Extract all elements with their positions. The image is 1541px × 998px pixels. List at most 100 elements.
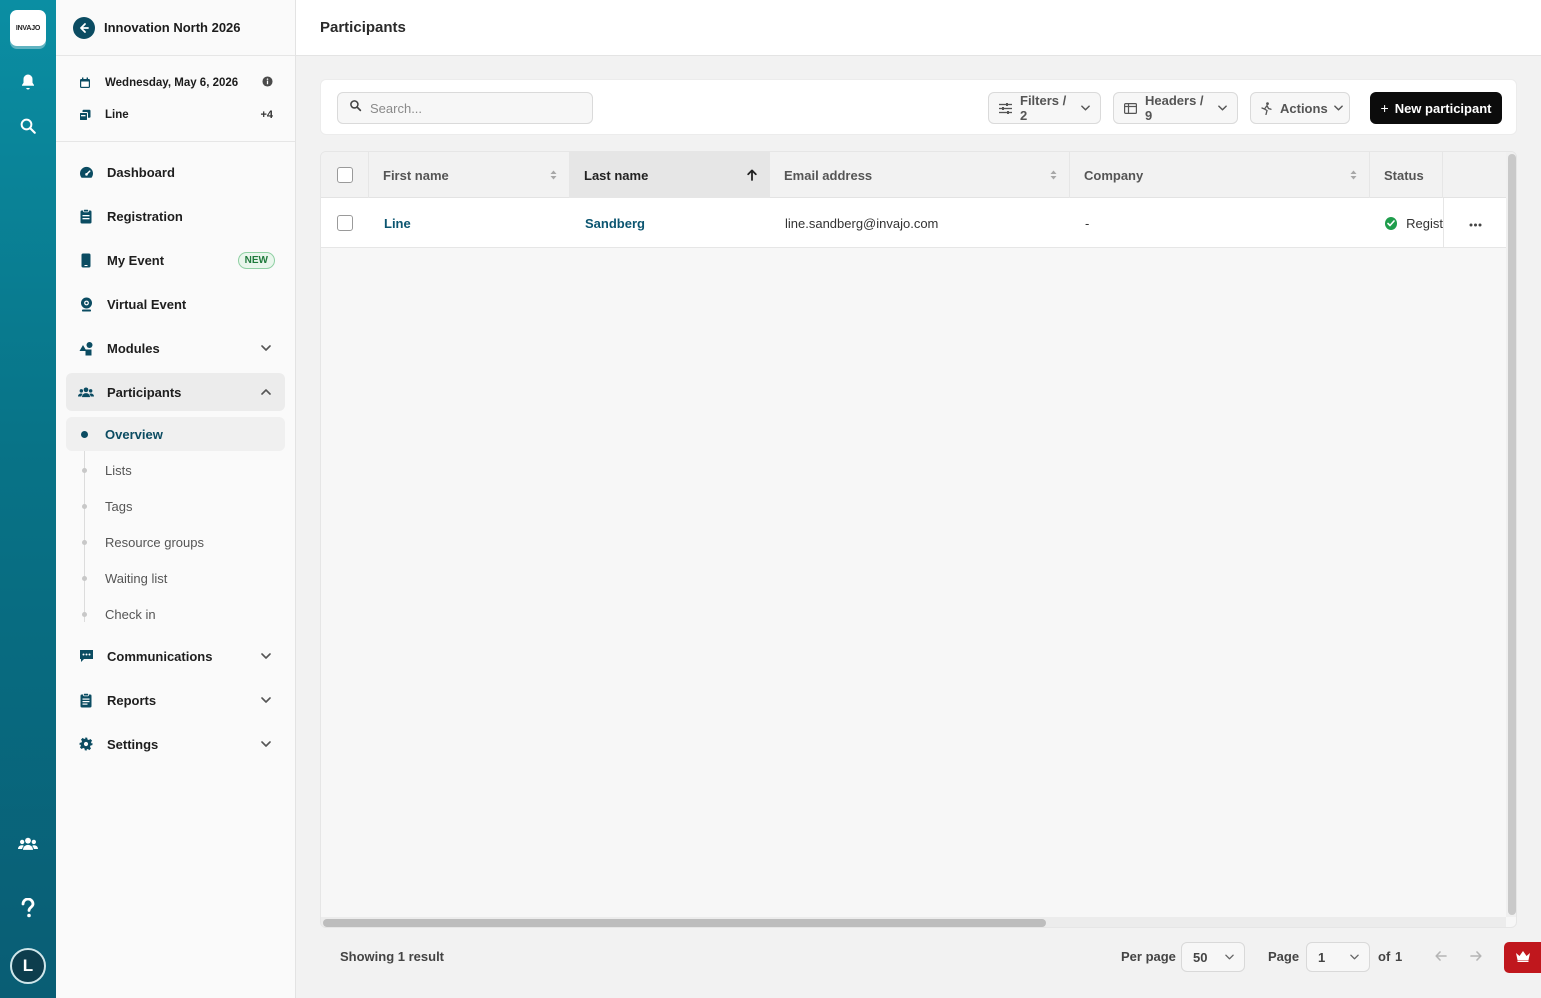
chevron-up-icon — [257, 389, 275, 395]
language-row[interactable]: Line +4 — [78, 106, 273, 124]
bullet — [82, 467, 87, 473]
user-avatar[interactable]: L — [10, 948, 46, 984]
sub-overview[interactable]: Overview — [66, 417, 285, 451]
of-label: of — [1378, 949, 1391, 964]
people-icon[interactable] — [16, 832, 40, 856]
event-date-row: Wednesday, May 6, 2026 — [78, 74, 273, 92]
headers-button[interactable]: Headers / 9 — [1113, 92, 1238, 124]
bullet — [82, 539, 87, 545]
filters-label: Filters / 2 — [1020, 93, 1067, 123]
filters-button[interactable]: Filters / 2 — [988, 92, 1101, 124]
table-row[interactable]: Line Sandberg line.sandberg@invajo.com -… — [321, 198, 1506, 248]
line-extra-count[interactable]: +4 — [260, 109, 273, 121]
nav-communications[interactable]: Communications — [66, 637, 285, 675]
column-header-last-name[interactable]: Last name — [570, 152, 770, 198]
chevron-down-icon — [257, 741, 275, 747]
select-all-cell — [321, 152, 369, 198]
search-icon[interactable] — [16, 114, 40, 138]
nav-registration-label: Registration — [107, 208, 183, 224]
page-select[interactable]: 1 — [1306, 942, 1370, 972]
chat-icon — [78, 648, 94, 664]
nav-virtual-event[interactable]: Virtual Event — [66, 285, 285, 323]
clipboard-icon — [78, 208, 94, 224]
sort-icon — [550, 170, 557, 180]
upgrade-button[interactable] — [1504, 942, 1541, 973]
search-box[interactable] — [337, 92, 593, 124]
email-cell: line.sandberg@invajo.com — [785, 215, 939, 231]
sub-lists-label: Lists — [105, 462, 132, 478]
column-header-company[interactable]: Company — [1070, 152, 1370, 198]
first-name-cell[interactable]: Line — [369, 198, 570, 248]
new-participant-button[interactable]: + New participant — [1370, 92, 1502, 124]
columns-icon — [1124, 102, 1137, 114]
nav-dashboard[interactable]: Dashboard — [66, 153, 285, 191]
shapes-icon — [78, 340, 94, 356]
bullet — [82, 503, 87, 509]
search-icon — [349, 99, 362, 117]
column-header-label: Last name — [584, 167, 649, 183]
sub-check-in-label: Check in — [105, 606, 156, 622]
nav-my-event[interactable]: My Event NEW — [66, 241, 285, 279]
back-arrow-icon[interactable] — [73, 16, 95, 39]
vertical-scroll-thumb[interactable] — [1508, 154, 1516, 915]
sub-tags[interactable]: Tags — [66, 489, 285, 523]
bell-icon[interactable] — [16, 70, 40, 94]
column-header-status[interactable]: Status — [1370, 152, 1443, 198]
app-logo[interactable]: INVAJO — [10, 10, 46, 46]
new-badge: NEW — [237, 251, 275, 269]
last-name-cell[interactable]: Sandberg — [570, 198, 770, 248]
bullet — [82, 575, 87, 581]
select-all-checkbox[interactable] — [337, 167, 353, 183]
total-pages: 1 — [1395, 949, 1403, 964]
chevron-down-icon — [1350, 954, 1359, 960]
nav-registration[interactable]: Registration — [66, 197, 285, 235]
row-more-button[interactable] — [1443, 198, 1506, 248]
row-checkbox[interactable] — [337, 215, 353, 231]
column-header-first-name[interactable]: First name — [369, 152, 570, 198]
next-page-button[interactable] — [1466, 946, 1486, 968]
sub-lists[interactable]: Lists — [66, 453, 285, 487]
top-bar: Participants — [296, 0, 1541, 56]
sub-overview-label: Overview — [105, 426, 163, 442]
horizontal-scrollbar[interactable] — [321, 917, 1506, 927]
status-cell: Regist — [1370, 198, 1443, 248]
bullet — [82, 611, 87, 617]
sub-waiting-list[interactable]: Waiting list — [66, 561, 285, 595]
page-title: Participants — [320, 19, 406, 36]
nav-reports-label: Reports — [107, 692, 157, 708]
info-icon[interactable] — [262, 76, 273, 90]
row-select-cell — [321, 198, 369, 248]
event-meta: Wednesday, May 6, 2026 Line +4 — [56, 56, 295, 142]
per-page-label: Per page — [1121, 949, 1176, 964]
actions-button[interactable]: Actions — [1250, 92, 1350, 124]
page-label: Page — [1268, 949, 1300, 964]
nav-settings[interactable]: Settings — [66, 725, 285, 763]
sub-check-in[interactable]: Check in — [66, 597, 285, 631]
arrow-right-icon — [1470, 948, 1482, 966]
nav-reports[interactable]: Reports — [66, 681, 285, 719]
column-header-label: Status — [1384, 167, 1424, 183]
chevron-down-icon — [1333, 105, 1343, 111]
calendar-icon — [78, 76, 92, 90]
vertical-scrollbar[interactable] — [1506, 152, 1516, 917]
prev-page-button[interactable] — [1431, 946, 1451, 968]
sidebar-header: Innovation North 2026 — [56, 0, 295, 56]
nav-participants[interactable]: Participants — [66, 373, 285, 411]
headers-label: Headers / 9 — [1145, 93, 1204, 123]
nav-modules-label: Modules — [107, 340, 160, 356]
nav-participants-label: Participants — [107, 384, 182, 400]
help-icon[interactable] — [16, 896, 40, 920]
dashboard-icon — [78, 164, 94, 180]
horizontal-scroll-thumb[interactable] — [323, 919, 1046, 927]
bullet — [81, 430, 88, 438]
sort-icon — [1050, 170, 1057, 180]
nav-modules[interactable]: Modules — [66, 329, 285, 367]
search-input[interactable] — [370, 100, 570, 116]
sub-waiting-list-label: Waiting list — [105, 570, 168, 586]
sub-resource-groups[interactable]: Resource groups — [66, 525, 285, 559]
column-header-email[interactable]: Email address — [770, 152, 1070, 198]
per-page-select[interactable]: 50 — [1181, 942, 1245, 972]
chevron-down-icon — [257, 345, 275, 351]
copy-icon — [78, 108, 92, 122]
line-label: Line — [105, 109, 129, 121]
